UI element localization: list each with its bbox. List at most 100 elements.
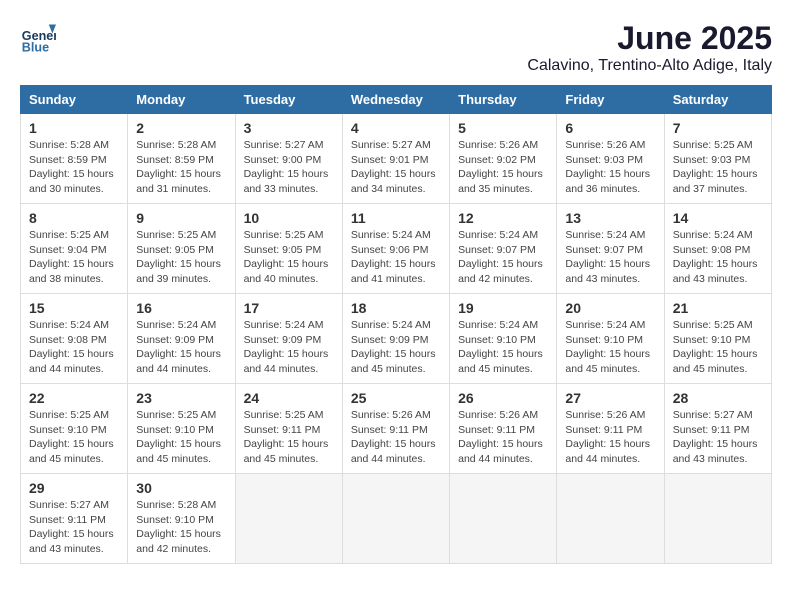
day-number: 16 [136,300,226,316]
day-info: Sunrise: 5:24 AM Sunset: 9:07 PM Dayligh… [565,228,655,287]
calendar-cell: 21 Sunrise: 5:25 AM Sunset: 9:10 PM Dayli… [664,294,771,384]
calendar-cell: 4 Sunrise: 5:27 AM Sunset: 9:01 PM Daylig… [342,114,449,204]
calendar-cell [235,474,342,564]
day-number: 13 [565,210,655,226]
calendar-week-row: 1 Sunrise: 5:28 AM Sunset: 8:59 PM Daylig… [21,114,772,204]
calendar-cell: 8 Sunrise: 5:25 AM Sunset: 9:04 PM Daylig… [21,204,128,294]
calendar-cell: 30 Sunrise: 5:28 AM Sunset: 9:10 PM Dayli… [128,474,235,564]
calendar: SundayMondayTuesdayWednesdayThursdayFrid… [20,85,772,564]
calendar-cell: 13 Sunrise: 5:24 AM Sunset: 9:07 PM Dayli… [557,204,664,294]
day-number: 3 [244,120,334,136]
calendar-cell: 9 Sunrise: 5:25 AM Sunset: 9:05 PM Daylig… [128,204,235,294]
day-info: Sunrise: 5:27 AM Sunset: 9:11 PM Dayligh… [29,498,119,557]
logo-icon: General Blue [20,20,56,56]
day-number: 26 [458,390,548,406]
day-info: Sunrise: 5:27 AM Sunset: 9:01 PM Dayligh… [351,138,441,197]
day-number: 10 [244,210,334,226]
calendar-cell: 11 Sunrise: 5:24 AM Sunset: 9:06 PM Dayli… [342,204,449,294]
day-info: Sunrise: 5:26 AM Sunset: 9:11 PM Dayligh… [458,408,548,467]
calendar-cell [342,474,449,564]
day-info: Sunrise: 5:24 AM Sunset: 9:08 PM Dayligh… [673,228,763,287]
day-info: Sunrise: 5:25 AM Sunset: 9:10 PM Dayligh… [29,408,119,467]
day-info: Sunrise: 5:28 AM Sunset: 8:59 PM Dayligh… [29,138,119,197]
calendar-cell: 19Sunrise: 5:24 AM Sunset: 9:10 PM Dayli… [450,294,557,384]
day-info: Sunrise: 5:24 AM Sunset: 9:09 PM Dayligh… [136,318,226,377]
calendar-cell: 17Sunrise: 5:24 AM Sunset: 9:09 PM Dayli… [235,294,342,384]
calendar-cell: 18 Sunrise: 5:24 AM Sunset: 9:09 PM Dayli… [342,294,449,384]
calendar-cell: 5 Sunrise: 5:26 AM Sunset: 9:02 PM Daylig… [450,114,557,204]
location-title: Calavino, Trentino-Alto Adige, Italy [527,57,772,75]
day-number: 12 [458,210,548,226]
day-info: Sunrise: 5:24 AM Sunset: 9:06 PM Dayligh… [351,228,441,287]
day-number: 18 [351,300,441,316]
day-number: 7 [673,120,763,136]
calendar-cell: 2 Sunrise: 5:28 AM Sunset: 8:59 PM Daylig… [128,114,235,204]
day-info: Sunrise: 5:24 AM Sunset: 9:10 PM Dayligh… [565,318,655,377]
calendar-cell: 15Sunrise: 5:24 AM Sunset: 9:08 PM Dayli… [21,294,128,384]
day-of-week-header: Sunday [21,86,128,114]
day-number: 15 [29,300,119,316]
day-info: Sunrise: 5:24 AM Sunset: 9:09 PM Dayligh… [244,318,334,377]
day-info: Sunrise: 5:25 AM Sunset: 9:10 PM Dayligh… [673,318,763,377]
calendar-week-row: 15Sunrise: 5:24 AM Sunset: 9:08 PM Dayli… [21,294,772,384]
day-info: Sunrise: 5:25 AM Sunset: 9:05 PM Dayligh… [244,228,334,287]
day-of-week-header: Wednesday [342,86,449,114]
day-number: 5 [458,120,548,136]
svg-text:Blue: Blue [22,41,49,55]
day-info: Sunrise: 5:26 AM Sunset: 9:11 PM Dayligh… [565,408,655,467]
day-info: Sunrise: 5:25 AM Sunset: 9:05 PM Dayligh… [136,228,226,287]
calendar-cell: 22Sunrise: 5:25 AM Sunset: 9:10 PM Dayli… [21,384,128,474]
day-info: Sunrise: 5:26 AM Sunset: 9:11 PM Dayligh… [351,408,441,467]
day-number: 14 [673,210,763,226]
day-number: 27 [565,390,655,406]
day-number: 6 [565,120,655,136]
calendar-cell: 7Sunrise: 5:25 AM Sunset: 9:03 PM Daylig… [664,114,771,204]
day-of-week-header: Monday [128,86,235,114]
calendar-cell [664,474,771,564]
calendar-cell: 27 Sunrise: 5:26 AM Sunset: 9:11 PM Dayli… [557,384,664,474]
day-info: Sunrise: 5:24 AM Sunset: 9:07 PM Dayligh… [458,228,548,287]
calendar-cell: 12 Sunrise: 5:24 AM Sunset: 9:07 PM Dayli… [450,204,557,294]
calendar-cell-day1: 1 Sunrise: 5:28 AM Sunset: 8:59 PM Daylig… [21,114,128,204]
day-of-week-header: Thursday [450,86,557,114]
calendar-cell: 3 Sunrise: 5:27 AM Sunset: 9:00 PM Daylig… [235,114,342,204]
calendar-cell: 26 Sunrise: 5:26 AM Sunset: 9:11 PM Dayli… [450,384,557,474]
day-of-week-header: Tuesday [235,86,342,114]
calendar-cell: 16 Sunrise: 5:24 AM Sunset: 9:09 PM Dayli… [128,294,235,384]
day-number: 11 [351,210,441,226]
day-info: Sunrise: 5:25 AM Sunset: 9:11 PM Dayligh… [244,408,334,467]
day-info: Sunrise: 5:27 AM Sunset: 9:11 PM Dayligh… [673,408,763,467]
day-of-week-header: Friday [557,86,664,114]
calendar-cell [557,474,664,564]
day-number: 2 [136,120,226,136]
calendar-cell: 24 Sunrise: 5:25 AM Sunset: 9:11 PM Dayli… [235,384,342,474]
calendar-cell [450,474,557,564]
day-number: 21 [673,300,763,316]
day-number: 28 [673,390,763,406]
month-title: June 2025 [527,20,772,57]
calendar-cell: 20Sunrise: 5:24 AM Sunset: 9:10 PM Dayli… [557,294,664,384]
calendar-week-row: 22Sunrise: 5:25 AM Sunset: 9:10 PM Dayli… [21,384,772,474]
day-info: Sunrise: 5:28 AM Sunset: 8:59 PM Dayligh… [136,138,226,197]
day-number: 29 [29,480,119,496]
day-number: 1 [29,120,119,136]
day-info: Sunrise: 5:25 AM Sunset: 9:04 PM Dayligh… [29,228,119,287]
day-number: 24 [244,390,334,406]
day-number: 4 [351,120,441,136]
day-info: Sunrise: 5:26 AM Sunset: 9:02 PM Dayligh… [458,138,548,197]
logo: General Blue [20,20,56,56]
calendar-cell: 28 Sunrise: 5:27 AM Sunset: 9:11 PM Dayli… [664,384,771,474]
day-of-week-header: Saturday [664,86,771,114]
day-info: Sunrise: 5:24 AM Sunset: 9:09 PM Dayligh… [351,318,441,377]
day-number: 9 [136,210,226,226]
calendar-cell: 25Sunrise: 5:26 AM Sunset: 9:11 PM Dayli… [342,384,449,474]
day-info: Sunrise: 5:26 AM Sunset: 9:03 PM Dayligh… [565,138,655,197]
day-info: Sunrise: 5:28 AM Sunset: 9:10 PM Dayligh… [136,498,226,557]
day-number: 23 [136,390,226,406]
day-number: 19 [458,300,548,316]
calendar-cell: 23Sunrise: 5:25 AM Sunset: 9:10 PM Dayli… [128,384,235,474]
day-number: 30 [136,480,226,496]
title-area: June 2025 Calavino, Trentino-Alto Adige,… [527,20,772,75]
day-info: Sunrise: 5:27 AM Sunset: 9:00 PM Dayligh… [244,138,334,197]
day-number: 8 [29,210,119,226]
